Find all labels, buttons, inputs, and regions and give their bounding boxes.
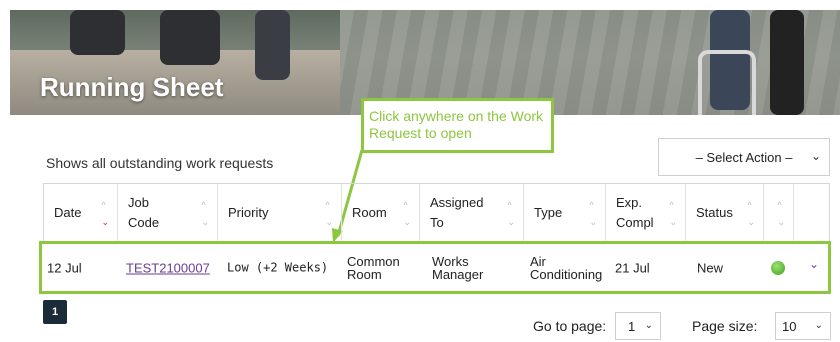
banner-photo-person: [770, 10, 804, 115]
column-header-type[interactable]: Type ^ ⌄: [524, 184, 606, 242]
banner-photo-person: [255, 10, 290, 80]
sort-icon: ^ ⌄: [403, 200, 411, 227]
column-header-room[interactable]: Room ^ ⌄: [342, 184, 420, 242]
go-to-page-select[interactable]: 1 ⌄: [615, 312, 661, 340]
cell-assigned-to: Works Manager: [432, 253, 484, 282]
chevron-down-icon: ⌄: [810, 149, 821, 163]
go-to-page-value: 1: [628, 319, 636, 334]
page-size-label: Page size:: [692, 318, 758, 334]
banner-photo-handrail: [698, 50, 756, 115]
table-header: Date ^ ⌄ Job Code ^ ⌄ Priority ^ ⌄ Room ^ ⌄ …: [43, 183, 830, 243]
status-indicator-icon: [771, 261, 785, 275]
action-select-value: – Select Action –: [695, 149, 793, 165]
top-rule: [0, 0, 840, 10]
help-callout: Click anywhere on the Work Request to op…: [361, 98, 554, 153]
column-header-date[interactable]: Date ^ ⌄: [44, 184, 118, 242]
column-header-exp-compl[interactable]: Exp. Compl ^ ⌄: [606, 184, 686, 242]
table-row[interactable]: 12 Jul TEST2100007 Low (+2 Weeks) Common…: [39, 241, 831, 294]
expand-chevron-icon[interactable]: ⌄: [809, 257, 819, 271]
chevron-down-icon: ⌄: [644, 320, 653, 331]
sort-icon: ^ ⌄: [747, 200, 755, 227]
page-title: Running Sheet: [40, 72, 224, 102]
page-size-value: 10: [782, 319, 797, 334]
action-select[interactable]: – Select Action – ⌄: [658, 138, 830, 176]
sort-icon: ^ ⌄: [201, 200, 209, 227]
go-to-page-label: Go to page:: [533, 318, 607, 334]
sort-icon: ^ ⌄: [325, 200, 333, 227]
column-header-job-code[interactable]: Job Code ^ ⌄: [118, 184, 218, 242]
sort-icon: ^ ⌄: [777, 200, 785, 227]
page-size-select[interactable]: 10 ⌄: [775, 312, 831, 340]
sort-icon: ^ ⌄: [101, 200, 109, 227]
chevron-down-icon: ⌄: [814, 320, 823, 331]
column-header-indicator[interactable]: ^ ⌄: [764, 184, 794, 242]
sort-icon: ^ ⌄: [589, 200, 597, 227]
cell-priority: Low (+2 Weeks): [227, 260, 329, 274]
cell-room: Common Room: [347, 253, 400, 282]
column-header-priority[interactable]: Priority ^ ⌄: [218, 184, 342, 242]
banner-photo-person: [70, 10, 125, 55]
cell-exp-compl: 21 Jul: [615, 260, 650, 275]
sort-icon: ^ ⌄: [507, 200, 515, 227]
column-header-status[interactable]: Status ^ ⌄: [686, 184, 764, 242]
cell-type: Air Conditioning: [530, 253, 603, 282]
cell-job-code-link[interactable]: TEST2100007: [126, 261, 210, 274]
cell-status: New: [697, 260, 724, 275]
column-header-assigned-to[interactable]: Assigned To ^ ⌄: [420, 184, 524, 242]
pagination-page-button[interactable]: 1: [43, 300, 67, 324]
cell-date: 12 Jul: [47, 260, 82, 275]
banner-photo-person: [160, 10, 220, 65]
sort-icon: ^ ⌄: [669, 200, 677, 227]
page-subtitle: Shows all outstanding work requests: [46, 155, 274, 171]
